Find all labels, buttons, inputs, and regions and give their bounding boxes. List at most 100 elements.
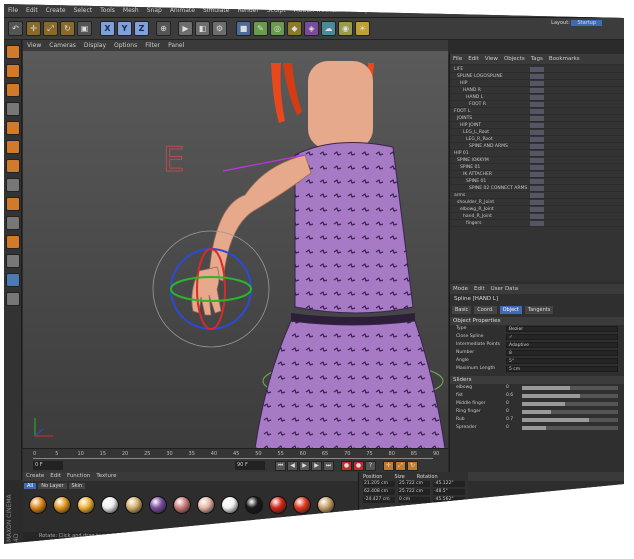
material-swatch[interactable]: [149, 496, 167, 514]
menu-file[interactable]: File: [8, 7, 18, 14]
property-value[interactable]: 5 cm: [506, 366, 618, 372]
object-visibility-icon[interactable]: [530, 221, 544, 226]
coordinate-field[interactable]: 25.722 cm: [398, 481, 430, 487]
material-swatch[interactable]: [221, 496, 239, 514]
object-visibility-icon[interactable]: [530, 88, 544, 93]
material-tab[interactable]: All: [24, 483, 37, 489]
viewport-menu-filter[interactable]: Filter: [145, 42, 160, 49]
apply-button[interactable]: Apply: [427, 513, 451, 521]
object-row[interactable]: shoulder_R_Joint: [450, 199, 624, 206]
object-visibility-icon[interactable]: [530, 179, 544, 184]
property-value[interactable]: Adaptive: [506, 342, 618, 348]
om-menu-edit[interactable]: Edit: [468, 56, 479, 62]
object-row[interactable]: HAND L: [450, 94, 624, 101]
menu-mograph[interactable]: MoGraph: [346, 7, 373, 14]
coordinate-field[interactable]: -48.5°: [433, 489, 465, 495]
am-menu-user-data[interactable]: User Data: [491, 286, 518, 292]
object-visibility-icon[interactable]: [530, 158, 544, 163]
slider-value[interactable]: 0: [506, 384, 509, 392]
points-mode-icon[interactable]: [6, 121, 20, 135]
om-menu-tags[interactable]: Tags: [531, 56, 543, 62]
select-tool-icon[interactable]: ▣: [77, 21, 92, 36]
material-swatch[interactable]: [77, 496, 95, 514]
coordinate-size-select[interactable]: Size: [395, 513, 423, 521]
object-visibility-icon[interactable]: [530, 151, 544, 156]
render-view-icon[interactable]: ▶: [178, 21, 193, 36]
menu-window[interactable]: Window: [473, 7, 497, 14]
object-visibility-icon[interactable]: [530, 193, 544, 198]
object-row[interactable]: HIP: [450, 80, 624, 87]
object-row[interactable]: SPINE 01: [450, 178, 624, 185]
menu-simulate[interactable]: Simulate: [203, 7, 230, 14]
undo-button[interactable]: ↶: [8, 21, 23, 36]
axis-z-button[interactable]: Z: [134, 21, 149, 36]
axis-mode-icon[interactable]: [6, 178, 20, 192]
object-row[interactable]: SPINE 01: [450, 164, 624, 171]
axis-x-button[interactable]: X: [100, 21, 115, 36]
material-swatch[interactable]: [269, 496, 287, 514]
scale-tool-icon[interactable]: ⤢: [43, 21, 58, 36]
property-value[interactable]: 8: [506, 350, 618, 356]
menu-tools[interactable]: Tools: [100, 7, 115, 14]
coordinate-field[interactable]: -24.427 cm: [363, 497, 395, 503]
menu-edit[interactable]: Edit: [26, 7, 38, 14]
coordinate-field[interactable]: 25.722 cm: [398, 489, 430, 495]
om-menu-objects[interactable]: Objects: [504, 56, 525, 62]
property-value[interactable]: ✓: [506, 334, 618, 340]
layout-value[interactable]: Startup: [571, 20, 602, 26]
material-menu-function[interactable]: Function: [67, 473, 90, 479]
object-row[interactable]: LEG_R_Root: [450, 136, 624, 143]
edges-mode-icon[interactable]: [6, 140, 20, 154]
slider-value[interactable]: 0.7: [506, 416, 513, 424]
object-visibility-icon[interactable]: [530, 137, 544, 142]
viewport-menu-cameras[interactable]: Cameras: [49, 42, 76, 49]
timeline[interactable]: 0 5 10 15 20 25 30 35 40 45 50 55 60 65 70 75 80 85 90 0 F…: [23, 448, 448, 472]
menu-character[interactable]: Character: [381, 7, 411, 14]
object-row[interactable]: SPINE 02 CONNECT ARMS: [450, 185, 624, 192]
sculpt-icon[interactable]: [6, 273, 20, 287]
object-row[interactable]: HAND R: [450, 87, 624, 94]
material-swatch[interactable]: [101, 496, 119, 514]
object-visibility-icon[interactable]: [530, 116, 544, 121]
object-visibility-icon[interactable]: [530, 95, 544, 100]
material-swatch[interactable]: [125, 496, 143, 514]
viewport-scene[interactable]: E: [23, 51, 448, 448]
object-row[interactable]: fingers: [450, 220, 624, 227]
menu-plugins[interactable]: Plugins: [418, 7, 440, 14]
menu-mesh[interactable]: Mesh: [123, 7, 139, 14]
object-row[interactable]: IK ATTACHER: [450, 171, 624, 178]
object-visibility-icon[interactable]: [530, 214, 544, 219]
key-scale-button[interactable]: ⤢: [395, 461, 406, 471]
layout-selector[interactable]: Layout: Startup: [551, 20, 602, 26]
menu-snap[interactable]: Snap: [147, 7, 162, 14]
timeline-ruler[interactable]: 0 5 10 15 20 25 30 35 40 45 50 55 60 65 70 75 80 85 90: [33, 451, 439, 459]
coordinate-mode-select[interactable]: Object (Rel): [363, 513, 393, 521]
material-tab[interactable]: Skin: [68, 483, 86, 489]
object-visibility-icon[interactable]: [530, 67, 544, 72]
autokey-button[interactable]: ●: [353, 461, 364, 471]
tweak-mode-icon[interactable]: [6, 197, 20, 211]
material-menu-texture[interactable]: Texture: [96, 473, 116, 479]
coordinate-field[interactable]: -45.562°: [433, 497, 465, 503]
menu-select[interactable]: Select: [74, 7, 93, 14]
material-swatch[interactable]: [53, 496, 71, 514]
object-visibility-icon[interactable]: [530, 165, 544, 170]
nurbs-icon[interactable]: ◎: [270, 21, 285, 36]
object-row[interactable]: arms: [450, 192, 624, 199]
menu-script[interactable]: Script: [448, 7, 465, 14]
material-tab[interactable]: No Layer: [38, 483, 67, 489]
attribute-tab-coord[interactable]: Coord.: [474, 306, 497, 314]
attribute-tab-object[interactable]: Object: [499, 306, 522, 314]
object-row[interactable]: LIFE: [450, 66, 624, 73]
camera-icon[interactable]: ◉: [338, 21, 353, 36]
slider-value[interactable]: 0: [506, 400, 509, 408]
polygons-mode-icon[interactable]: [6, 159, 20, 173]
play-button[interactable]: ▶: [299, 461, 310, 471]
object-visibility-icon[interactable]: [530, 109, 544, 114]
menu-motion-tracker[interactable]: Motion Tracker: [294, 7, 338, 14]
slider-track[interactable]: [522, 426, 618, 430]
material-menu-create[interactable]: Create: [26, 473, 44, 479]
slider-track[interactable]: [522, 410, 618, 414]
property-value[interactable]: 5°: [506, 358, 618, 364]
slider-track[interactable]: [522, 386, 618, 390]
